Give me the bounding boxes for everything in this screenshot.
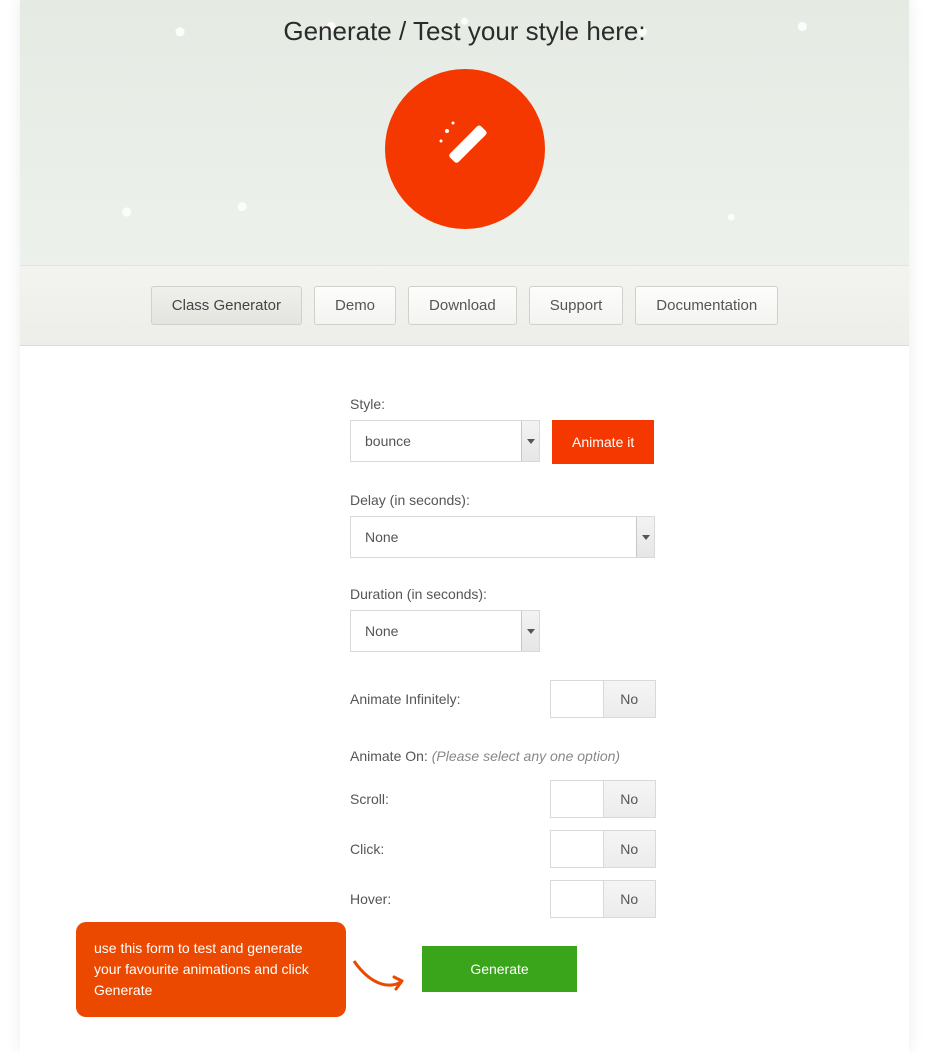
chevron-down-icon	[521, 421, 539, 461]
hero-title: Generate / Test your style here:	[20, 0, 909, 47]
infinite-label: Animate Infinitely:	[350, 691, 530, 707]
click-toggle[interactable]: No	[550, 830, 656, 868]
animate-on-hint: (Please select any one option)	[432, 748, 620, 764]
style-select[interactable]: bounce	[350, 420, 540, 462]
animate-on-label: Animate On: (Please select any one optio…	[350, 748, 849, 764]
arrow-icon	[352, 957, 412, 997]
nav-class-generator[interactable]: Class Generator	[151, 286, 302, 325]
delay-select[interactable]: None	[350, 516, 655, 558]
wand-circle	[385, 69, 545, 229]
duration-select[interactable]: None	[350, 610, 540, 652]
click-value: No	[603, 831, 656, 867]
animate-on-text: Animate On:	[350, 748, 428, 764]
hover-toggle[interactable]: No	[550, 880, 656, 918]
animate-it-button[interactable]: Animate it	[552, 420, 654, 464]
magic-wand-icon	[433, 115, 497, 184]
infinite-toggle[interactable]: No	[550, 680, 656, 718]
nav-support[interactable]: Support	[529, 286, 624, 325]
nav-documentation[interactable]: Documentation	[635, 286, 778, 325]
style-value: bounce	[351, 433, 521, 449]
hover-label: Hover:	[350, 891, 530, 907]
delay-label: Delay (in seconds):	[350, 492, 849, 508]
chevron-down-icon	[636, 517, 654, 557]
duration-label: Duration (in seconds):	[350, 586, 849, 602]
hero-banner: Generate / Test your style here:	[20, 0, 909, 265]
nav-download[interactable]: Download	[408, 286, 517, 325]
scroll-label: Scroll:	[350, 791, 530, 807]
hover-value: No	[603, 881, 656, 917]
delay-value: None	[351, 529, 636, 545]
chevron-down-icon	[521, 611, 539, 651]
scroll-toggle[interactable]: No	[550, 780, 656, 818]
nav-demo[interactable]: Demo	[314, 286, 396, 325]
style-label: Style:	[350, 396, 849, 412]
nav-bar: Class Generator Demo Download Support Do…	[20, 265, 909, 346]
scroll-value: No	[603, 781, 656, 817]
duration-value: None	[351, 623, 521, 639]
infinite-value: No	[603, 681, 656, 717]
click-label: Click:	[350, 841, 530, 857]
generate-button[interactable]: Generate	[422, 946, 577, 992]
help-tooltip: use this form to test and generate your …	[76, 922, 346, 1017]
